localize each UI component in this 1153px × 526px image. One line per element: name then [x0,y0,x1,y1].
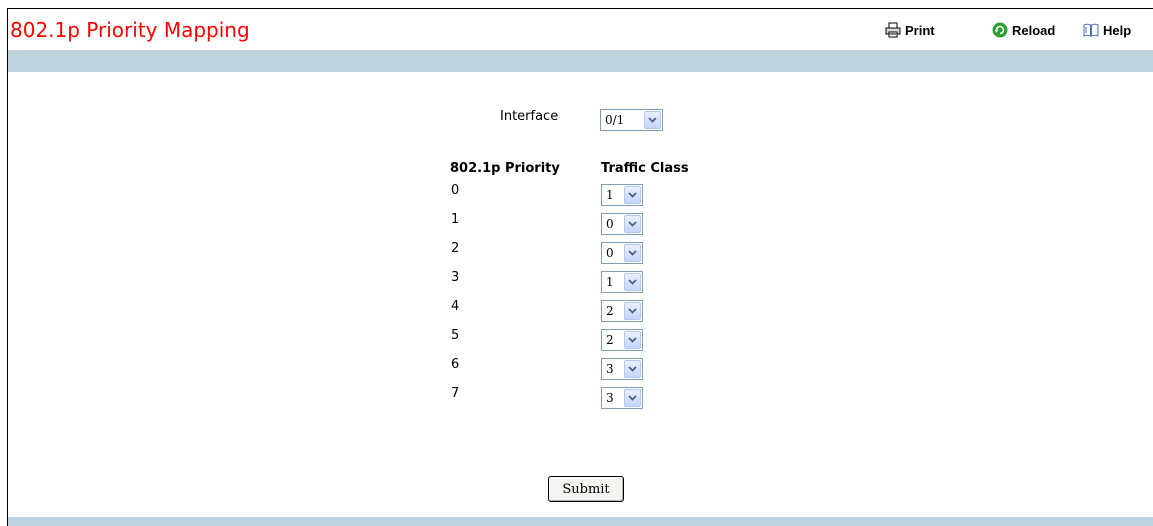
priority-value: 1 [451,212,460,227]
help-button[interactable]: Help [1083,22,1131,38]
traffic-class-value: 2 [606,304,614,318]
traffic-class-select[interactable]: 2 [601,329,643,351]
chevron-down-icon[interactable] [624,215,641,233]
printer-icon [885,22,901,38]
book-icon [1083,22,1099,38]
chevron-down-icon[interactable] [624,273,641,291]
priority-value: 5 [451,328,460,343]
traffic-class-select[interactable]: 0 [601,242,643,264]
priority-value: 4 [451,299,460,314]
priority-value: 6 [451,357,460,372]
priority-value: 3 [451,270,460,285]
submit-button[interactable]: Submit [548,476,624,502]
chevron-down-icon[interactable] [624,331,641,349]
traffic-class-select[interactable]: 3 [601,358,643,380]
traffic-class-value: 1 [606,188,614,202]
print-label: Print [905,22,935,38]
page-frame: 802.1p Priority Mapping Print Reload Hel… [7,8,1153,526]
traffic-class-value: 0 [606,217,614,231]
chevron-down-icon[interactable] [624,186,641,204]
traffic-class-select[interactable]: 1 [601,184,643,206]
priority-value: 7 [451,386,460,401]
traffic-class-value: 3 [606,362,614,376]
page-title: 802.1p Priority Mapping [10,18,250,42]
traffic-class-value: 0 [606,246,614,260]
header-divider-band [8,50,1153,72]
reload-label: Reload [1012,22,1056,38]
reload-button[interactable]: Reload [992,22,1055,38]
chevron-down-icon[interactable] [644,111,661,129]
chevron-down-icon[interactable] [624,389,641,407]
chevron-down-icon[interactable] [624,302,641,320]
traffic-class-value: 3 [606,391,614,405]
interface-select[interactable]: 0/1 [600,109,663,131]
traffic-class-select[interactable]: 1 [601,271,643,293]
traffic-class-select[interactable]: 2 [601,300,643,322]
interface-select-value: 0/1 [605,113,625,127]
page-header: 802.1p Priority Mapping Print Reload Hel… [8,9,1153,50]
chevron-down-icon[interactable] [624,360,641,378]
priority-column-header: 802.1p Priority [450,161,560,176]
priority-value: 2 [451,241,460,256]
traffic-class-value: 1 [606,275,614,289]
help-label: Help [1103,22,1132,38]
traffic-class-select[interactable]: 0 [601,213,643,235]
traffic-class-column-header: Traffic Class [601,161,689,176]
reload-icon [992,22,1008,38]
footer-band [8,517,1153,526]
traffic-class-select[interactable]: 3 [601,387,643,409]
chevron-down-icon[interactable] [624,244,641,262]
traffic-class-value: 2 [606,333,614,347]
priority-value: 0 [451,183,460,198]
interface-label: Interface [500,109,559,124]
print-button[interactable]: Print [885,22,935,38]
